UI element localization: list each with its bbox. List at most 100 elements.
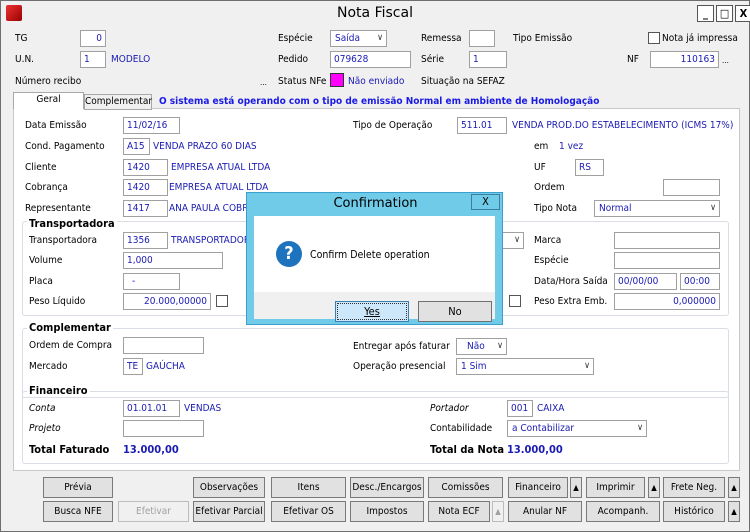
- historico-button[interactable]: Histórico: [663, 501, 725, 522]
- entregar-select[interactable]: Não ∨: [456, 338, 507, 355]
- nf-input[interactable]: 110163: [650, 51, 719, 68]
- tipo-operacao-label: Tipo de Operação: [353, 120, 433, 131]
- marca-label: Marca: [534, 235, 562, 246]
- chevron-down-icon: ∨: [584, 361, 590, 371]
- peso-liquido-input[interactable]: 20.000,00000: [123, 293, 211, 310]
- nota-ecf-button[interactable]: Nota ECF: [428, 501, 490, 522]
- efetivar-parcial-button[interactable]: Efetivar Parcial: [193, 501, 265, 522]
- data-emissao-label: Data Emissão: [25, 120, 87, 131]
- especie-select[interactable]: Saída ∨: [330, 30, 387, 47]
- mercado-input[interactable]: TE: [123, 358, 143, 375]
- ordem-input[interactable]: [663, 179, 720, 196]
- un-name: MODELO: [111, 54, 151, 65]
- serie-label: Série: [421, 54, 444, 65]
- peso-liquido-checkbox[interactable]: [216, 295, 228, 307]
- conta-input[interactable]: 01.01.01: [123, 400, 180, 417]
- status-nfe-value: Não enviado: [348, 76, 405, 87]
- contabilidade-select[interactable]: a Contabilizar ∨: [507, 420, 647, 437]
- nota-ecf-menu-arrow-icon[interactable]: ▲: [492, 501, 504, 522]
- remessa-input[interactable]: [469, 30, 495, 47]
- peso-bruto-checkbox[interactable]: [509, 295, 521, 307]
- itens-button[interactable]: Itens: [271, 477, 346, 498]
- uf-input[interactable]: RS: [575, 159, 604, 176]
- imprimir-button[interactable]: Imprimir: [586, 477, 645, 498]
- dialog-close-button[interactable]: X: [471, 194, 500, 210]
- comissoes-button[interactable]: Comissões: [428, 477, 503, 498]
- tg-input[interactable]: 0: [80, 30, 106, 47]
- nf-lookup-button[interactable]: ...: [722, 55, 729, 67]
- tab-geral[interactable]: Geral: [13, 92, 84, 109]
- no-button[interactable]: No: [418, 301, 492, 322]
- financeiro-button[interactable]: Financeiro: [508, 477, 568, 498]
- historico-menu-arrow-icon[interactable]: ▲: [728, 501, 740, 522]
- transportadora-input[interactable]: 1356: [123, 232, 168, 249]
- status-nfe-label: Status NFe: [278, 76, 327, 87]
- chevron-down-icon: ∨: [377, 33, 383, 43]
- portador-input[interactable]: 001: [507, 400, 533, 417]
- cliente-label: Cliente: [25, 162, 57, 173]
- serie-input[interactable]: 1: [469, 51, 507, 68]
- impostos-button[interactable]: Impostos: [350, 501, 424, 522]
- tipo-emissao-label: Tipo Emissão: [513, 33, 573, 44]
- ordem-compra-input[interactable]: [123, 337, 204, 354]
- nf-label: NF: [627, 54, 639, 65]
- hora-saida-input[interactable]: 00:00: [680, 273, 720, 290]
- pedido-input[interactable]: 079628: [330, 51, 411, 68]
- tg-label: TG: [15, 33, 28, 44]
- placa-input[interactable]: -: [123, 273, 180, 290]
- total-nota-label: Total da Nota: [430, 443, 505, 456]
- marca-input[interactable]: [614, 232, 720, 249]
- chevron-down-icon: ∨: [514, 235, 520, 245]
- chevron-down-icon: ∨: [497, 341, 503, 351]
- cliente-input[interactable]: 1420: [123, 159, 168, 176]
- status-color-indicator: [330, 73, 344, 87]
- tab-complementar[interactable]: Complementar: [84, 94, 152, 110]
- efetivar-button[interactable]: Efetivar: [118, 501, 189, 522]
- peso-extra-input[interactable]: 0,000000: [614, 293, 720, 310]
- nota-impressa-checkbox[interactable]: [648, 32, 660, 44]
- operacao-presencial-select[interactable]: 1 Sim ∨: [456, 358, 594, 375]
- especie-value: Saída: [335, 33, 360, 44]
- data-saida-input[interactable]: 00/00/00: [614, 273, 677, 290]
- pedido-label: Pedido: [278, 54, 309, 65]
- representante-input[interactable]: 1417: [123, 200, 168, 217]
- especie-volume-input[interactable]: [614, 252, 720, 269]
- data-emissao-input[interactable]: 11/02/16: [123, 117, 180, 134]
- volume-input[interactable]: 1,000: [123, 252, 223, 269]
- anular-nf-button[interactable]: Anular NF: [508, 501, 582, 522]
- tipo-operacao-input[interactable]: 511.01: [457, 117, 507, 134]
- dialog-title: Confirmation: [333, 196, 418, 211]
- yes-button[interactable]: Yes: [335, 301, 409, 322]
- portador-desc: CAIXA: [537, 403, 565, 414]
- mercado-desc: GAÚCHA: [146, 361, 185, 372]
- previa-button[interactable]: Prévia: [43, 477, 113, 498]
- projeto-input[interactable]: [123, 420, 204, 437]
- transportadora-title: Transportadora: [27, 217, 117, 230]
- frete-menu-arrow-icon[interactable]: ▲: [728, 477, 740, 498]
- acompanh-button[interactable]: Acompanh.: [586, 501, 660, 522]
- busca-nfe-button[interactable]: Busca NFE: [43, 501, 113, 522]
- dialog-message: Confirm Delete operation: [310, 249, 430, 261]
- total-faturado-value: 13.000,00: [123, 443, 179, 456]
- tipo-nota-select[interactable]: Normal ∨: [594, 200, 720, 217]
- data-hora-saida-label: Data/Hora Saída: [534, 276, 608, 287]
- representante-desc: ANA PAULA COBRA: [169, 203, 255, 214]
- frete-neg-button[interactable]: Frete Neg.: [663, 477, 725, 498]
- financeiro-menu-arrow-icon[interactable]: ▲: [570, 477, 582, 498]
- cobranca-label: Cobrança: [25, 182, 68, 193]
- question-icon: ?: [276, 241, 302, 267]
- cobranca-input[interactable]: 1420: [123, 179, 168, 196]
- confirmation-dialog: Confirmation X ? Confirm Delete operatio…: [246, 192, 503, 325]
- efetivar-os-button[interactable]: Efetivar OS: [271, 501, 346, 522]
- observacoes-button[interactable]: Observações: [193, 477, 265, 498]
- maximize-button[interactable]: □: [716, 5, 733, 22]
- close-button[interactable]: X: [735, 5, 750, 22]
- total-faturado-label: Total Faturado: [29, 443, 110, 456]
- imprimir-menu-arrow-icon[interactable]: ▲: [648, 477, 660, 498]
- cond-pagamento-input[interactable]: A15: [123, 138, 150, 155]
- desc-encargos-button[interactable]: Desc./Encargos: [350, 477, 424, 498]
- minimize-button[interactable]: _: [697, 5, 714, 22]
- operacao-presencial-label: Operação presencial: [353, 361, 446, 372]
- recibo-lookup-button[interactable]: ...: [260, 77, 267, 89]
- un-input[interactable]: 1: [80, 51, 106, 68]
